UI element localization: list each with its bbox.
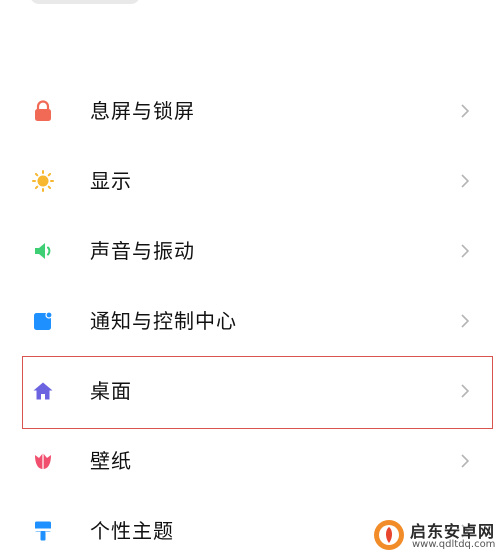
settings-item-label: 个性主题	[90, 519, 174, 543]
chevron-right-icon	[461, 454, 470, 468]
settings-item-display[interactable]: 显示	[0, 146, 500, 216]
settings-screen: 息屏与锁屏 显示 声音与振动 通知与控制中心 桌面 壁纸 个性主题 启东安卓网 …	[0, 0, 500, 554]
settings-item-desktop[interactable]: 桌面	[0, 356, 500, 426]
settings-item-wallpaper[interactable]: 壁纸	[0, 426, 500, 496]
notification-icon	[34, 311, 53, 330]
settings-item-notifications[interactable]: 通知与控制中心	[0, 286, 500, 356]
brush-icon	[35, 521, 51, 541]
chevron-right-icon	[461, 244, 470, 258]
chevron-right-icon	[461, 104, 470, 118]
settings-item-lock-screen[interactable]: 息屏与锁屏	[0, 76, 500, 146]
settings-item-sound[interactable]: 声音与振动	[0, 216, 500, 286]
watermark: 启东安卓网 www.qdltdq.com	[372, 516, 500, 554]
settings-item-label: 声音与振动	[90, 239, 195, 263]
settings-item-label: 壁纸	[90, 449, 132, 473]
chevron-right-icon	[461, 174, 470, 188]
watermark-url: www.qdltdq.com	[412, 539, 496, 550]
chevron-right-icon	[461, 314, 470, 328]
lock-icon	[35, 100, 51, 121]
settings-item-label: 桌面	[90, 379, 132, 403]
top-partial-element	[30, 0, 140, 4]
settings-item-label: 通知与控制中心	[90, 309, 237, 333]
settings-list: 息屏与锁屏 显示 声音与振动 通知与控制中心 桌面 壁纸 个性主题	[0, 76, 500, 554]
home-icon	[33, 382, 53, 400]
settings-item-label: 息屏与锁屏	[90, 99, 195, 123]
sun-icon	[32, 170, 54, 192]
speaker-icon	[35, 243, 51, 259]
watermark-logo-icon	[374, 520, 404, 550]
chevron-right-icon	[461, 384, 470, 398]
settings-item-label: 显示	[90, 169, 132, 193]
tulip-icon	[35, 453, 51, 469]
